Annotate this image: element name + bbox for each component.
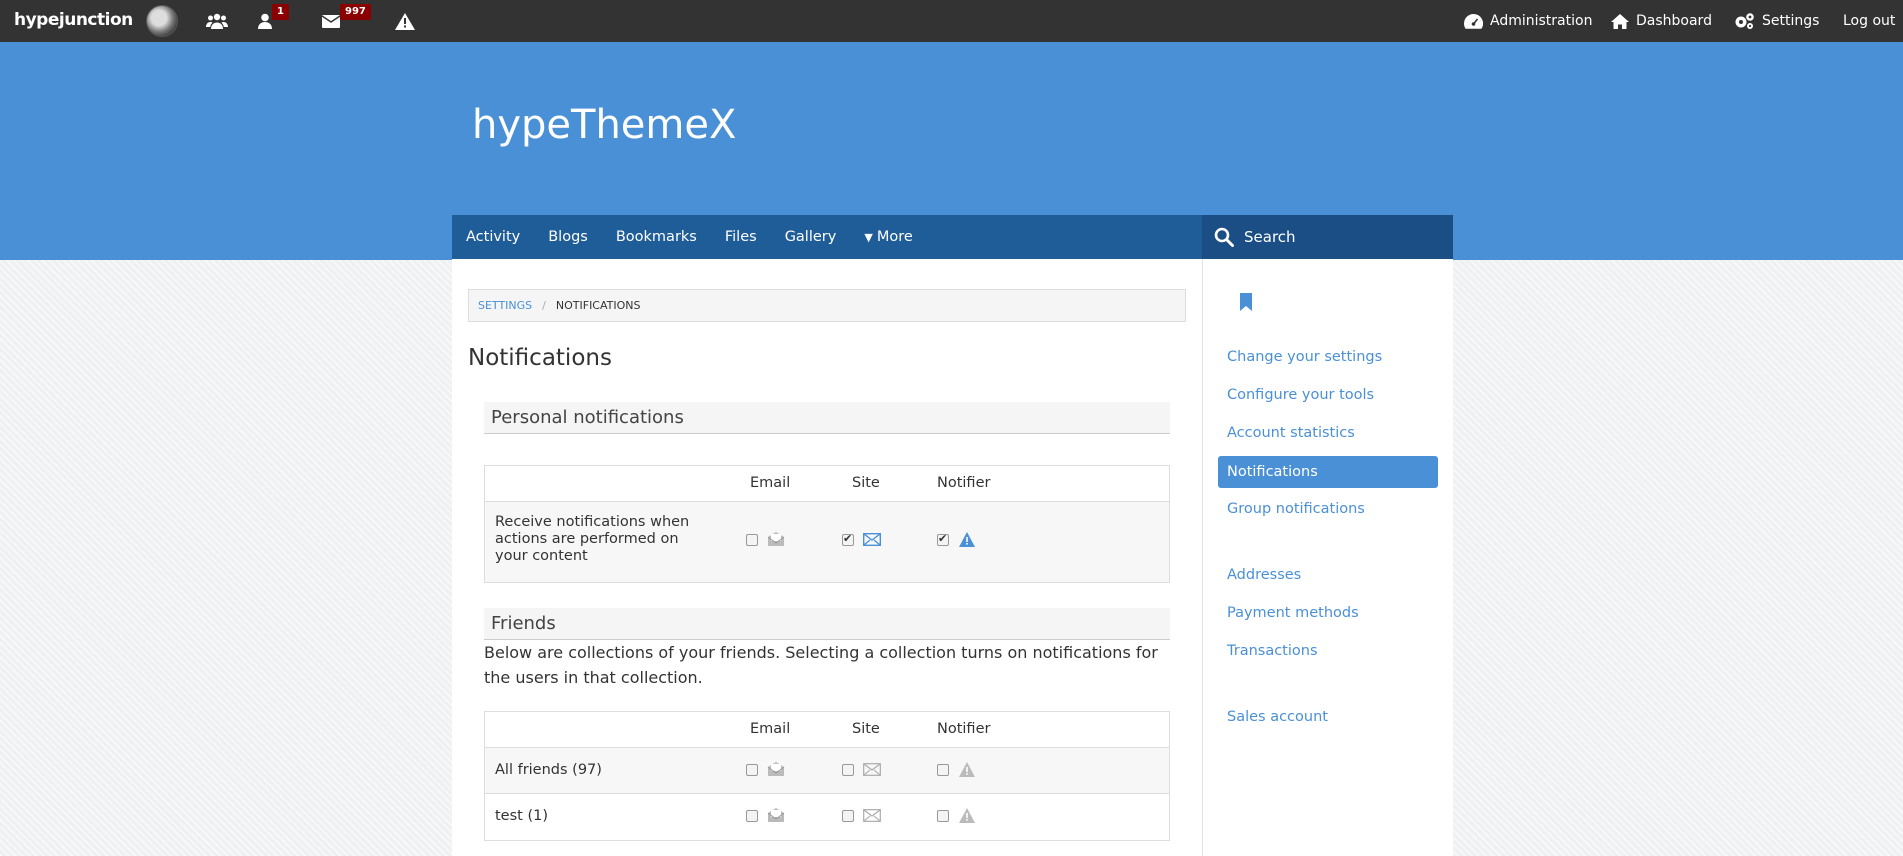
- topbar: hypejunction 1 997 Administration Dashbo…: [0, 0, 1903, 42]
- messages-badge: 997: [340, 4, 371, 20]
- settings-link[interactable]: Settings: [1734, 0, 1819, 42]
- dashboard-label: Dashboard: [1636, 13, 1712, 29]
- gears-icon: [1735, 13, 1754, 29]
- alert-icon[interactable]: [385, 0, 425, 42]
- site-envelope-icon: [863, 533, 881, 546]
- personal-notifications-heading: Personal notifications: [484, 402, 1170, 434]
- nav-more-label: More: [876, 229, 913, 245]
- sidebar-item-transactions[interactable]: Transactions: [1227, 643, 1318, 659]
- row-label: test (1): [495, 808, 548, 824]
- site-checkbox[interactable]: [842, 532, 854, 546]
- sidebar-item-configure-tools[interactable]: Configure your tools: [1227, 387, 1374, 403]
- search-label: Search: [1244, 228, 1296, 246]
- logout-link[interactable]: Log out: [1843, 0, 1895, 42]
- administration-label: Administration: [1490, 13, 1593, 29]
- nav-item-gallery[interactable]: Gallery: [776, 215, 846, 259]
- email-icon: [767, 532, 785, 546]
- user-avatar[interactable]: [146, 5, 178, 37]
- sidebar-item-sales-account[interactable]: Sales account: [1227, 709, 1328, 725]
- table-header: Email Site Notifier: [485, 466, 1169, 502]
- nav-item-activity[interactable]: Activity: [457, 215, 529, 259]
- email-icon: [767, 762, 785, 776]
- notifier-checkbox[interactable]: [937, 764, 949, 776]
- column-site: Site: [852, 721, 880, 737]
- sidebar-item-account-statistics[interactable]: Account statistics: [1227, 425, 1355, 441]
- column-email: Email: [750, 721, 791, 737]
- column-notifier: Notifier: [937, 721, 991, 737]
- nav-item-files[interactable]: Files: [716, 215, 766, 259]
- friends-notifications-table: Email Site Notifier All friends (97) tes…: [484, 711, 1170, 841]
- site-logo[interactable]: hypejunction: [14, 10, 133, 30]
- friends-description: Below are collections of your friends. S…: [484, 643, 1158, 687]
- breadcrumb-current: Notifications: [555, 299, 641, 312]
- email-checkbox[interactable]: [746, 810, 758, 822]
- sidebar-item-addresses[interactable]: Addresses: [1227, 567, 1301, 583]
- column-email: Email: [750, 475, 791, 491]
- search-icon: [1214, 227, 1234, 247]
- personal-notifications-table: Email Site Notifier Receive notification…: [484, 465, 1170, 583]
- email-icon: [767, 808, 785, 822]
- site-envelope-icon: [863, 763, 881, 776]
- search-box[interactable]: Search: [1202, 215, 1453, 259]
- sidebar-item-group-notifications[interactable]: Group notifications: [1227, 501, 1365, 517]
- dashboard-link[interactable]: Dashboard: [1611, 0, 1712, 42]
- site-title[interactable]: hypeThemeX: [472, 102, 736, 148]
- email-checkbox[interactable]: [746, 764, 758, 776]
- breadcrumb-separator: /: [542, 299, 546, 312]
- notifier-alert-icon: [959, 808, 975, 823]
- site-checkbox[interactable]: [842, 764, 854, 776]
- table-header: Email Site Notifier: [485, 712, 1169, 748]
- site-envelope-icon: [863, 809, 881, 822]
- administration-link[interactable]: Administration: [1464, 0, 1592, 42]
- notifier-alert-icon: [959, 532, 975, 547]
- page-title: Notifications: [468, 345, 612, 371]
- table-row: test (1): [485, 794, 1169, 840]
- column-notifier: Notifier: [937, 475, 991, 491]
- friends-heading: Friends: [484, 608, 1170, 640]
- notifier-alert-icon: [959, 762, 975, 777]
- main-nav: Activity Blogs Bookmarks Files Gallery ▼…: [452, 215, 1202, 259]
- table-row: All friends (97): [485, 748, 1169, 794]
- breadcrumb-settings-link[interactable]: Settings: [478, 299, 532, 312]
- settings-sidebar: Change your settings Configure your tool…: [1202, 259, 1453, 856]
- bookmark-icon[interactable]: [1239, 293, 1253, 311]
- notifier-checkbox[interactable]: [937, 532, 949, 546]
- row-label: Receive notifications when actions are p…: [495, 514, 690, 564]
- sidebar-item-notifications[interactable]: Notifications: [1218, 456, 1438, 488]
- site-checkbox[interactable]: [842, 810, 854, 822]
- sidebar-item-change-settings[interactable]: Change your settings: [1227, 349, 1382, 365]
- logout-label: Log out: [1843, 13, 1896, 29]
- nav-item-more[interactable]: ▼ More: [855, 215, 921, 259]
- row-label: All friends (97): [495, 762, 602, 778]
- nav-item-blogs[interactable]: Blogs: [539, 215, 597, 259]
- settings-label: Settings: [1762, 13, 1820, 29]
- caret-down-icon: ▼: [864, 230, 873, 244]
- notifier-checkbox[interactable]: [937, 810, 949, 822]
- breadcrumb: Settings / Notifications: [468, 289, 1186, 322]
- email-checkbox[interactable]: [746, 534, 758, 546]
- groups-icon[interactable]: [197, 0, 237, 42]
- sidebar-item-payment-methods[interactable]: Payment methods: [1227, 605, 1359, 621]
- table-row: Receive notifications when actions are p…: [485, 502, 1169, 582]
- home-icon: [1611, 13, 1629, 29]
- dashboard-gauge-icon: [1464, 13, 1483, 29]
- friends-badge: 1: [272, 4, 289, 20]
- column-site: Site: [852, 475, 880, 491]
- nav-item-bookmarks[interactable]: Bookmarks: [607, 215, 706, 259]
